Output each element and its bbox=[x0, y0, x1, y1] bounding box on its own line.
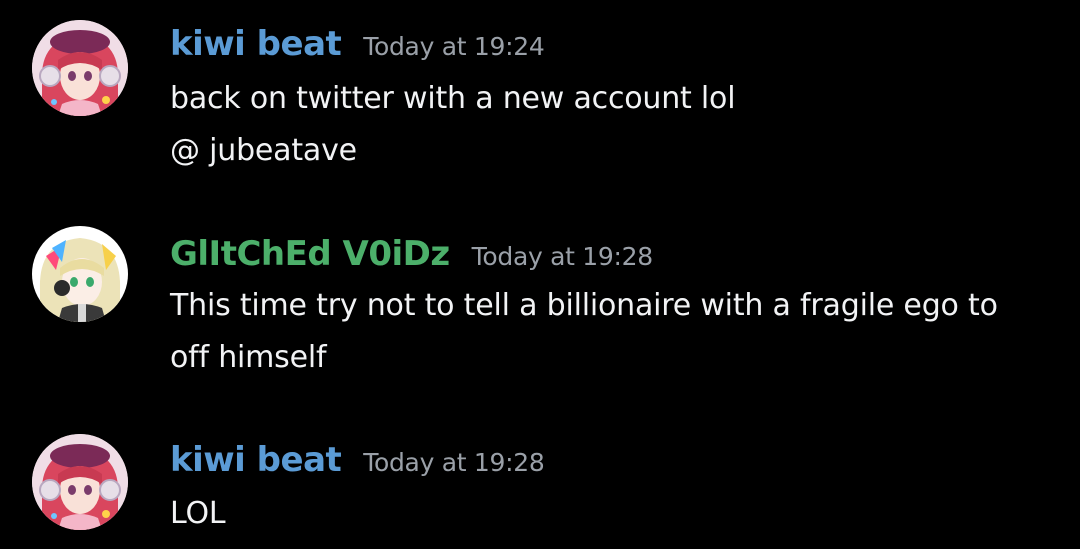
message-header: kiwi beat Today at 19:28 bbox=[170, 440, 545, 480]
message-line: LOL bbox=[170, 496, 226, 531]
timestamp: Today at 19:28 bbox=[471, 242, 653, 271]
timestamp: Today at 19:28 bbox=[363, 448, 545, 477]
message-content: back on twitter with a new account lol @… bbox=[170, 73, 1050, 177]
message-line: This time try not to tell a billionaire … bbox=[170, 288, 998, 323]
message-content: This time try not to tell a billionaire … bbox=[170, 280, 1050, 384]
username[interactable]: kiwi beat bbox=[170, 24, 342, 64]
message-header: GlItChEd V0iDz Today at 19:28 bbox=[170, 234, 653, 274]
message-line: back on twitter with a new account lol bbox=[170, 81, 736, 116]
avatar-anime-girl-red-hair-headphones-icon bbox=[32, 20, 128, 116]
message-line: off himself bbox=[170, 340, 327, 375]
avatar[interactable] bbox=[32, 434, 128, 530]
username[interactable]: GlItChEd V0iDz bbox=[170, 234, 450, 274]
message-content: LOL bbox=[170, 488, 1050, 540]
avatar-anime-girl-red-hair-headphones-icon bbox=[32, 434, 128, 530]
message-header: kiwi beat Today at 19:24 bbox=[170, 24, 545, 64]
avatar[interactable] bbox=[32, 226, 128, 322]
username[interactable]: kiwi beat bbox=[170, 440, 342, 480]
avatar[interactable] bbox=[32, 20, 128, 116]
avatar-anime-girl-blonde-hair-icon bbox=[32, 226, 128, 322]
message-line: @ jubeatave bbox=[170, 133, 357, 168]
timestamp: Today at 19:24 bbox=[363, 32, 545, 61]
